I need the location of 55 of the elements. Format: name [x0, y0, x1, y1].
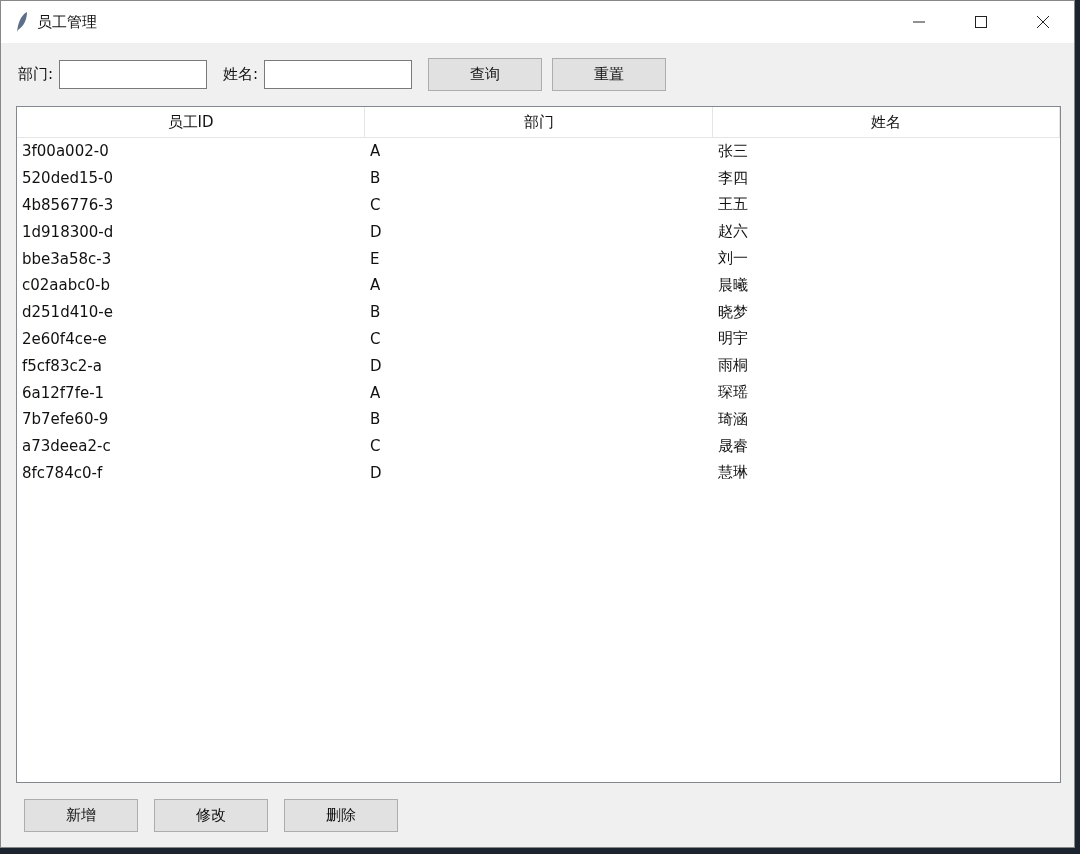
action-button[interactable]: 删除 [284, 798, 398, 832]
table-cell: 琦涵 [718, 409, 748, 429]
table-cell: 4b856776-3 [22, 196, 114, 214]
feather-icon [15, 11, 29, 33]
column-header[interactable]: 姓名 [713, 107, 1060, 138]
table-cell: 王五 [718, 195, 748, 215]
table-cell: 张三 [718, 141, 748, 161]
input-field[interactable] [59, 59, 208, 89]
table-cell: 3f00a002-0 [22, 142, 109, 161]
table-cell: bbe3a58c-3 [22, 249, 112, 268]
table-cell: B [370, 410, 381, 429]
table-cell: 赵六 [718, 222, 748, 242]
table-cell: A [370, 383, 381, 402]
table-cell: A [370, 142, 381, 161]
input-field[interactable] [264, 59, 413, 89]
table-cell: 刘一 [718, 249, 748, 269]
table-cell: 李四 [718, 168, 748, 188]
table-cell: 8fc784c0-f [22, 463, 103, 482]
table-cell: C [370, 329, 381, 348]
table-cell: 2e60f4ce-e [22, 329, 107, 348]
table-cell: d251d410-e [22, 303, 113, 322]
action-button[interactable]: 新增 [24, 798, 138, 832]
filter-label: 姓名: [223, 64, 259, 84]
table-cell: B [370, 169, 381, 188]
column-header[interactable]: 部门 [365, 107, 713, 138]
table-cell: C [370, 437, 381, 456]
table-cell: D [370, 463, 382, 482]
filter-label: 部门: [18, 64, 54, 84]
table-cell: 7b7efe60-9 [22, 410, 109, 429]
toolbar-button[interactable]: 重置 [552, 57, 667, 91]
table-cell: 琛瑶 [718, 383, 748, 403]
table-cell: C [370, 196, 381, 214]
table-cell: 慧琳 [718, 463, 748, 483]
table-cell: B [370, 303, 381, 322]
toolbar-button[interactable]: 查询 [428, 57, 543, 91]
table-cell: 明宇 [718, 329, 748, 349]
maximize-icon[interactable] [973, 14, 989, 30]
window-title: 员工管理 [37, 12, 98, 32]
table-cell: 6a12f7fe-1 [22, 383, 105, 402]
table-cell: D [370, 356, 382, 375]
table-cell: D [370, 222, 382, 241]
table-cell: 晟睿 [718, 436, 748, 456]
table-cell: 520ded15-0 [22, 169, 113, 188]
action-button[interactable]: 修改 [154, 798, 268, 832]
table-cell: A [370, 276, 381, 295]
table-cell: c02aabc0-b [22, 276, 110, 295]
table-cell: f5cf83c2-a [22, 356, 102, 375]
column-header[interactable]: 员工ID [17, 107, 365, 138]
table-cell: 雨桐 [718, 356, 748, 376]
table-cell: 1d918300-d [22, 222, 114, 241]
table-cell: 晨曦 [718, 275, 748, 295]
table-cell: a73deea2-c [22, 437, 111, 456]
close-icon[interactable] [1035, 14, 1051, 30]
table-cell: E [370, 249, 380, 268]
table-cell: 晓梦 [718, 302, 748, 322]
